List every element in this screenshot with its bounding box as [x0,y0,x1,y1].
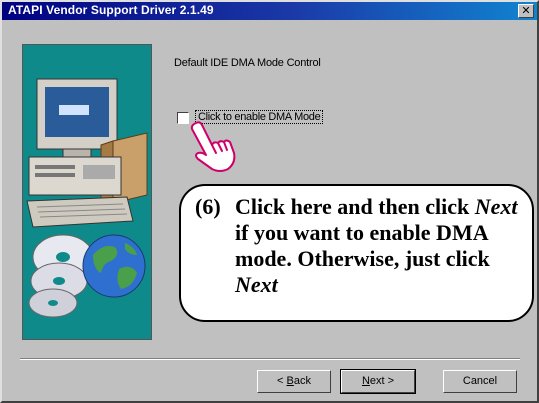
next-button-mnemonic: N [361,375,370,387]
pointing-hand-icon [190,121,236,172]
close-button[interactable]: ✕ [518,4,534,18]
callout-step-number: (6) [195,194,221,219]
callout-text-part: Click here and then click [235,194,475,219]
back-button-mnemonic: B [286,375,294,387]
cancel-button[interactable]: Cancel [443,370,517,393]
title-bar[interactable]: ATAPI Vendor Support Driver 2.1.49 ✕ [2,2,537,20]
back-button-label: ack [293,375,311,387]
callout-next-emphasis: Next [235,272,278,297]
instruction-callout: (6) Click here and then click Next if yo… [179,184,534,322]
button-separator [20,358,520,360]
callout-text-part: if you want to enable DMA mode. Otherwis… [235,220,490,271]
close-icon: ✕ [521,4,531,17]
back-button[interactable]: < Back [257,370,331,393]
globe-icon [82,234,146,298]
installer-dialog-window: ATAPI Vendor Support Driver 2.1.49 ✕ Def… [0,0,539,403]
section-heading: Default IDE DMA Mode Control [174,57,321,69]
cancel-button-label: Cancel [462,375,498,387]
callout-next-emphasis: Next [474,194,518,219]
next-button[interactable]: Next > [340,369,416,394]
window-title: ATAPI Vendor Support Driver 2.1.49 [8,3,214,17]
back-button-prefix: < [277,375,287,387]
wizard-illustration-panel [22,44,152,340]
next-button-label: ext > [369,375,395,387]
callout-text: Click here and then click Next if you wa… [235,194,530,298]
